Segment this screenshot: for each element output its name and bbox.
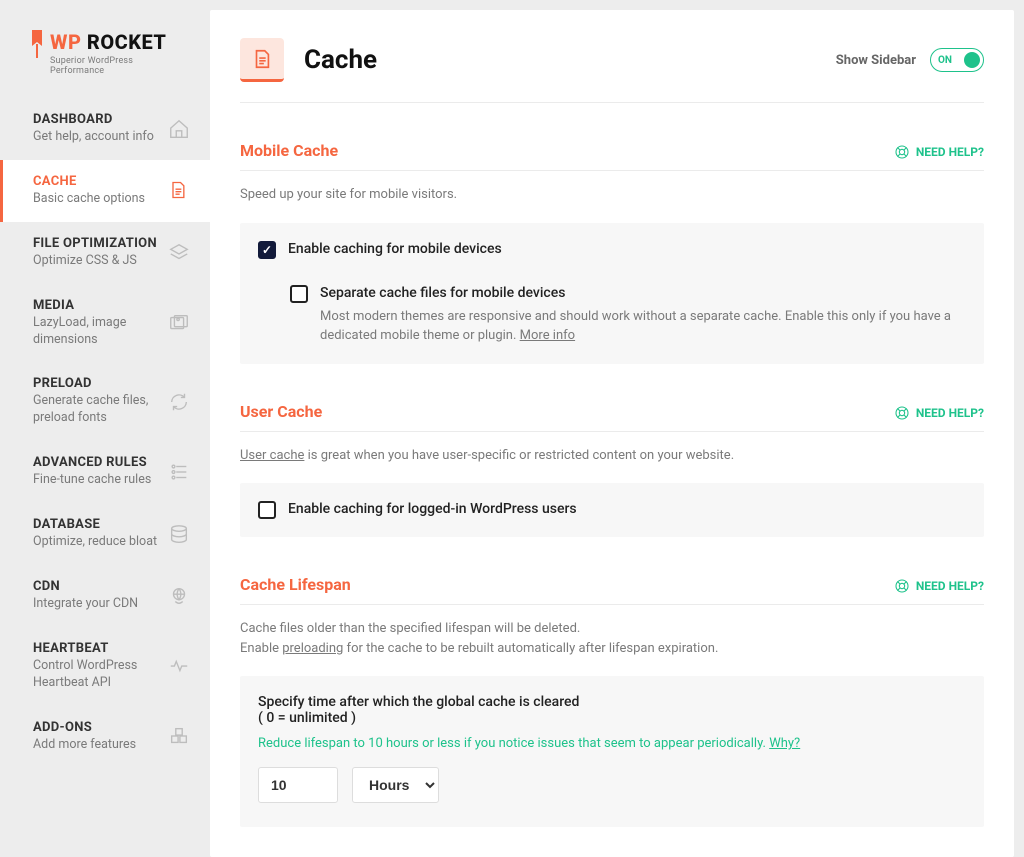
option-description: Most modern themes are responsive and sh… — [320, 307, 966, 346]
preloading-link[interactable]: preloading — [282, 641, 343, 656]
lifespan-hint: Reduce lifespan to 10 hours or less if y… — [258, 736, 966, 751]
nav-media[interactable]: MEDIALazyLoad, image dimensions — [0, 284, 210, 363]
refresh-icon — [168, 391, 190, 413]
section-cache-lifespan: Cache Lifespan NEED HELP? Cache files ol… — [240, 575, 984, 827]
document-icon — [168, 180, 190, 202]
why-link[interactable]: Why? — [769, 736, 800, 751]
checkbox-enable-user-cache[interactable] — [258, 501, 276, 519]
option-label: Enable caching for mobile devices — [288, 241, 502, 257]
checkbox-separate-mobile-cache[interactable] — [290, 285, 308, 303]
nav-addons[interactable]: ADD-ONSAdd more features — [0, 706, 210, 768]
nav-cache[interactable]: CACHEBasic cache options — [0, 160, 210, 222]
lifebuoy-icon — [894, 144, 910, 160]
toggle-knob — [964, 52, 980, 68]
brand-logo: WP ROCKET Superior WordPress Performance — [0, 30, 210, 98]
user-options: Enable caching for logged-in WordPress u… — [240, 483, 984, 537]
lifespan-options: Specify time after which the global cach… — [240, 676, 984, 827]
page-header: Cache Show Sidebar ON — [240, 38, 984, 103]
section-mobile-cache: Mobile Cache NEED HELP? Speed up your si… — [240, 141, 984, 364]
sidebar-toggle[interactable]: ON — [930, 48, 984, 72]
header-document-icon — [240, 38, 284, 82]
main-content: Cache Show Sidebar ON Mobile Cache NEED … — [210, 10, 1014, 857]
option-label: Enable caching for logged-in WordPress u… — [288, 501, 577, 517]
lifebuoy-icon — [894, 578, 910, 594]
lifespan-unit-select[interactable]: Hours — [352, 767, 439, 803]
nav-heartbeat[interactable]: HEARTBEATControl WordPress Heartbeat API — [0, 627, 210, 706]
section-description: User cache is great when you have user-s… — [240, 446, 984, 466]
help-link[interactable]: NEED HELP? — [894, 144, 984, 160]
heartbeat-icon — [168, 655, 190, 677]
nav-preload[interactable]: PRELOADGenerate cache files, preload fon… — [0, 362, 210, 441]
section-description: Cache files older than the specified lif… — [240, 619, 984, 658]
nav-cdn[interactable]: CDNIntegrate your CDN — [0, 565, 210, 627]
nav-advanced-rules[interactable]: ADVANCED RULESFine-tune cache rules — [0, 441, 210, 503]
nav-file-optimization[interactable]: FILE OPTIMIZATIONOptimize CSS & JS — [0, 222, 210, 284]
sidebar: WP ROCKET Superior WordPress Performance… — [0, 0, 210, 857]
help-link[interactable]: NEED HELP? — [894, 578, 984, 594]
checkbox-enable-mobile-cache[interactable] — [258, 241, 276, 259]
images-icon — [168, 312, 190, 334]
sliders-icon — [168, 461, 190, 483]
layers-icon — [168, 242, 190, 264]
database-icon — [168, 523, 190, 545]
logo-flag-icon — [30, 30, 44, 60]
section-title: Cache Lifespan — [240, 575, 351, 594]
lifebuoy-icon — [894, 405, 910, 421]
blocks-icon — [168, 725, 190, 747]
more-info-link[interactable]: More info — [520, 328, 575, 343]
show-sidebar-label: Show Sidebar — [836, 53, 916, 68]
lifespan-label: Specify time after which the global cach… — [258, 694, 966, 726]
home-icon — [168, 118, 190, 140]
user-cache-link[interactable]: User cache — [240, 448, 304, 463]
nav-database[interactable]: DATABASEOptimize, reduce bloat — [0, 503, 210, 565]
section-title: User Cache — [240, 402, 322, 421]
mobile-options: Enable caching for mobile devices Separa… — [240, 223, 984, 364]
section-user-cache: User Cache NEED HELP? User cache is grea… — [240, 402, 984, 538]
globe-icon — [168, 585, 190, 607]
option-label: Separate cache files for mobile devices — [320, 285, 966, 301]
section-description: Speed up your site for mobile visitors. — [240, 185, 984, 205]
lifespan-value-input[interactable] — [258, 767, 338, 803]
nav-dashboard[interactable]: DASHBOARDGet help, account info — [0, 98, 210, 160]
section-title: Mobile Cache — [240, 141, 338, 160]
help-link[interactable]: NEED HELP? — [894, 405, 984, 421]
page-title: Cache — [304, 45, 377, 75]
